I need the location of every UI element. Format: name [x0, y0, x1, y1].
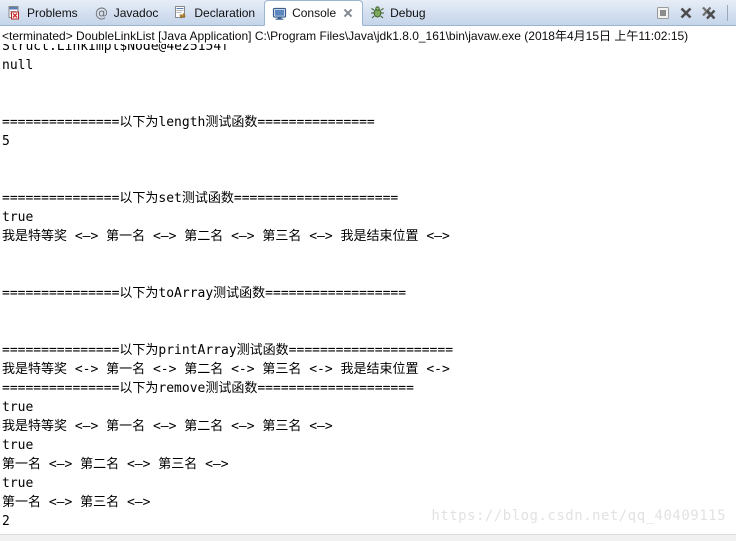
- svg-text:@: @: [95, 6, 108, 20]
- console-text: Struct.LinkImpl$Node@4e25154f null ======…: [2, 44, 736, 538]
- console-line: ===============以下为set测试函数===============…: [2, 191, 399, 206]
- console-line: true: [2, 210, 34, 225]
- toolbar-separator: [727, 4, 728, 21]
- launch-configuration-line: <terminated> DoubleLinkList [Java Applic…: [0, 26, 736, 44]
- tab-problems[interactable]: Problems: [0, 0, 87, 25]
- bottom-edge: [0, 534, 736, 541]
- view-tab-bar: Problems @ Javadoc Declaration Console D…: [0, 0, 736, 26]
- console-line: ===============以下为length测试函数============…: [2, 115, 375, 130]
- console-line: null: [2, 58, 34, 73]
- console-line: ===============以下为remove测试函数============…: [2, 381, 414, 396]
- console-line: 第一名 <—> 第三名 <—>: [2, 495, 151, 510]
- terminate-button[interactable]: [655, 5, 671, 21]
- tab-label: Javadoc: [113, 5, 159, 20]
- tab-declaration[interactable]: Declaration: [167, 0, 264, 25]
- eclipse-console-view: Problems @ Javadoc Declaration Console D…: [0, 0, 736, 541]
- remove-launch-button[interactable]: [678, 5, 694, 21]
- tab-debug[interactable]: Debug: [363, 0, 434, 25]
- console-line: true: [2, 400, 34, 415]
- declaration-icon: [174, 5, 189, 20]
- tab-label: Problems: [27, 5, 78, 20]
- remove-all-terminated-button[interactable]: [701, 5, 717, 21]
- console-line: 我是特等奖 <-> 第一名 <-> 第二名 <-> 第三名 <-> 我是结束位置…: [2, 362, 450, 377]
- console-line: 我是特等奖 <—> 第一名 <—> 第二名 <—> 第三名 <—>: [2, 419, 333, 434]
- console-output-area[interactable]: Struct.LinkImpl$Node@4e25154f null ======…: [0, 44, 736, 538]
- problems-icon: [7, 5, 22, 20]
- tab-console[interactable]: Console: [264, 0, 364, 26]
- tab-label: Console: [292, 6, 337, 20]
- tab-label: Debug: [390, 5, 426, 20]
- console-toolbar: [655, 0, 736, 25]
- tab-label: Declaration: [194, 5, 256, 20]
- javadoc-at-icon: @: [94, 5, 109, 21]
- console-line: true: [2, 438, 34, 453]
- console-line: ===============以下为toArray测试函数===========…: [2, 286, 407, 301]
- console-line: 我是特等奖 <—> 第一名 <—> 第二名 <—> 第三名 <—> 我是结束位置…: [2, 229, 450, 244]
- tabbar-spacer: [435, 0, 656, 25]
- tab-javadoc[interactable]: @ Javadoc: [87, 0, 168, 25]
- console-monitor-icon: [272, 6, 287, 21]
- console-line: ===============以下为printArray测试函数========…: [2, 343, 454, 358]
- console-line: 5: [2, 134, 10, 149]
- console-line: true: [2, 476, 34, 491]
- console-line: Struct.LinkImpl$Node@4e25154f: [2, 44, 229, 54]
- close-icon[interactable]: [343, 8, 353, 18]
- console-line: 2: [2, 514, 10, 529]
- console-line: 第一名 <—> 第二名 <—> 第三名 <—>: [2, 457, 229, 472]
- debug-bug-icon: [370, 5, 385, 20]
